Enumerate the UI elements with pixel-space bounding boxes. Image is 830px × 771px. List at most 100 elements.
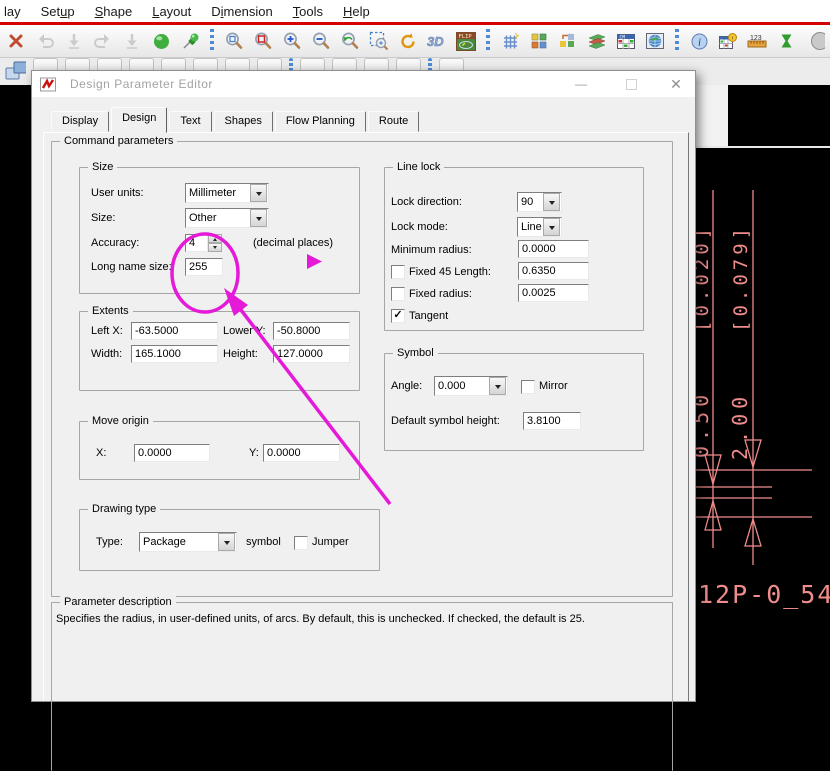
tab-design[interactable]: Design bbox=[111, 107, 167, 133]
chevron-down-icon[interactable] bbox=[250, 184, 267, 202]
part-label: 12P-0_54 bbox=[698, 580, 830, 609]
group-label: Extents bbox=[88, 305, 133, 318]
color-dialog-icon[interactable] bbox=[528, 29, 550, 53]
zoom-fit-icon[interactable] bbox=[252, 29, 274, 53]
group-label: Line lock bbox=[393, 161, 444, 174]
svg-text:i: i bbox=[698, 36, 701, 48]
height-label: Height: bbox=[223, 344, 258, 364]
redo-icon[interactable] bbox=[92, 29, 114, 53]
height-input[interactable] bbox=[273, 345, 350, 363]
size-value: Other bbox=[186, 212, 249, 224]
tab-display[interactable]: Display bbox=[51, 111, 109, 132]
chevron-down-icon[interactable] bbox=[218, 533, 235, 551]
lock-direction-select[interactable]: 90 bbox=[517, 192, 562, 212]
zoom-in-icon[interactable] bbox=[281, 29, 303, 53]
jumper-label: Jumper bbox=[312, 532, 349, 552]
maximize-button[interactable] bbox=[619, 76, 643, 93]
chevron-down-icon[interactable] bbox=[489, 377, 506, 395]
menu-item-setup[interactable]: Setup bbox=[31, 4, 85, 19]
dim-text-tolerance-right: [0.079] bbox=[730, 224, 752, 332]
window-layout-icon[interactable] bbox=[4, 58, 26, 82]
angle-label: Angle: bbox=[391, 376, 422, 396]
zoom-out-icon[interactable] bbox=[310, 29, 332, 53]
mirror-label: Mirror bbox=[539, 376, 568, 396]
left-x-input[interactable] bbox=[131, 322, 218, 340]
minimize-button[interactable]: — bbox=[569, 76, 593, 93]
lock-direction-label: Lock direction: bbox=[391, 192, 462, 212]
move-origin-x-input[interactable] bbox=[134, 444, 210, 462]
menu-bar: laySetupShapeLayoutDimensionToolsHelp bbox=[0, 0, 830, 22]
chevron-down-icon[interactable] bbox=[543, 193, 560, 211]
zoom-selection-icon[interactable] bbox=[368, 29, 390, 53]
export-down-icon[interactable] bbox=[63, 29, 85, 53]
group-label: Move origin bbox=[88, 415, 153, 428]
default-symbol-height-input[interactable] bbox=[523, 412, 581, 430]
color-visibility-icon[interactable] bbox=[557, 29, 579, 53]
menu-item-lay[interactable]: lay bbox=[0, 4, 31, 19]
minimum-radius-input[interactable] bbox=[518, 240, 589, 258]
cross-section-icon[interactable] bbox=[586, 29, 608, 53]
measure-icon[interactable]: 123 bbox=[746, 29, 768, 53]
accuracy-input[interactable] bbox=[185, 234, 208, 252]
menu-item-shape[interactable]: Shape bbox=[85, 4, 143, 19]
zoom-previous-icon[interactable] bbox=[339, 29, 361, 53]
menu-item-help[interactable]: Help bbox=[333, 4, 380, 19]
fixed-radius-checkbox[interactable] bbox=[391, 287, 405, 301]
svg-text:3D: 3D bbox=[427, 34, 444, 49]
undo-icon[interactable] bbox=[34, 29, 56, 53]
move-origin-y-input[interactable] bbox=[263, 444, 340, 462]
tab-flow-planning[interactable]: Flow Planning bbox=[275, 111, 366, 132]
flip-design-icon[interactable]: FLIP bbox=[455, 29, 477, 53]
minimum-radius-label: Minimum radius: bbox=[391, 240, 472, 260]
mirror-checkbox[interactable] bbox=[521, 380, 535, 394]
dialog-title: Design Parameter Editor bbox=[70, 77, 213, 91]
user-units-select[interactable]: Millimeter bbox=[185, 183, 269, 203]
drawing-type-select[interactable]: Package bbox=[139, 532, 237, 552]
chevron-down-icon[interactable] bbox=[250, 209, 267, 227]
pushpin-icon[interactable] bbox=[179, 29, 201, 53]
partial-edge-icon[interactable] bbox=[804, 29, 826, 53]
spin-down-icon[interactable] bbox=[208, 243, 222, 252]
lower-y-input[interactable] bbox=[273, 322, 350, 340]
grid-toggle-icon[interactable] bbox=[499, 29, 521, 53]
constraint-manager-icon[interactable]: CM bbox=[615, 29, 637, 53]
spinner-buttons[interactable] bbox=[208, 234, 222, 252]
tangent-checkbox[interactable] bbox=[391, 309, 405, 323]
jumper-checkbox[interactable] bbox=[294, 536, 308, 550]
status-ball-icon[interactable] bbox=[150, 29, 172, 53]
fixed-45-length-input[interactable] bbox=[518, 262, 589, 280]
tab-route[interactable]: Route bbox=[368, 111, 419, 132]
drawing-type-label: Type: bbox=[96, 532, 123, 552]
long-name-size-input[interactable] bbox=[185, 258, 223, 276]
tab-shapes[interactable]: Shapes bbox=[214, 111, 273, 132]
info-icon[interactable]: i bbox=[688, 29, 710, 53]
cancel-icon[interactable] bbox=[5, 29, 27, 53]
group-label: Parameter description bbox=[60, 596, 176, 609]
angle-select[interactable]: 0.000 bbox=[434, 376, 508, 396]
group-label: Command parameters bbox=[60, 135, 177, 148]
menu-item-dimension[interactable]: Dimension bbox=[201, 4, 282, 19]
fixed-radius-input[interactable] bbox=[518, 284, 589, 302]
tab-text[interactable]: Text bbox=[169, 111, 211, 132]
width-input[interactable] bbox=[131, 345, 218, 363]
close-button[interactable]: ✕ bbox=[664, 76, 688, 93]
size-select[interactable]: Other bbox=[185, 208, 269, 228]
menu-item-tools[interactable]: Tools bbox=[283, 4, 333, 19]
lower-y-label: Lower Y: bbox=[223, 321, 266, 341]
spin-up-icon[interactable] bbox=[208, 234, 222, 243]
accuracy-spinner[interactable] bbox=[185, 234, 222, 252]
chevron-down-icon[interactable] bbox=[543, 218, 560, 236]
element-properties-icon[interactable]: i bbox=[717, 29, 739, 53]
dialog-titlebar[interactable]: Design Parameter Editor — ✕ bbox=[32, 71, 695, 97]
user-units-label: User units: bbox=[91, 183, 144, 203]
3d-view-icon[interactable]: 3D bbox=[426, 29, 448, 53]
import-down-icon[interactable] bbox=[121, 29, 143, 53]
fixed-45-length-checkbox[interactable] bbox=[391, 265, 405, 279]
dim-text-pitch: 0.50 bbox=[694, 390, 713, 458]
menu-item-layout[interactable]: Layout bbox=[142, 4, 201, 19]
zoom-points-icon[interactable] bbox=[223, 29, 245, 53]
waive-drc-icon[interactable] bbox=[775, 29, 797, 53]
world-view-icon[interactable] bbox=[644, 29, 666, 53]
redraw-view-icon[interactable] bbox=[397, 29, 419, 53]
lock-mode-select[interactable]: Line bbox=[517, 217, 562, 237]
